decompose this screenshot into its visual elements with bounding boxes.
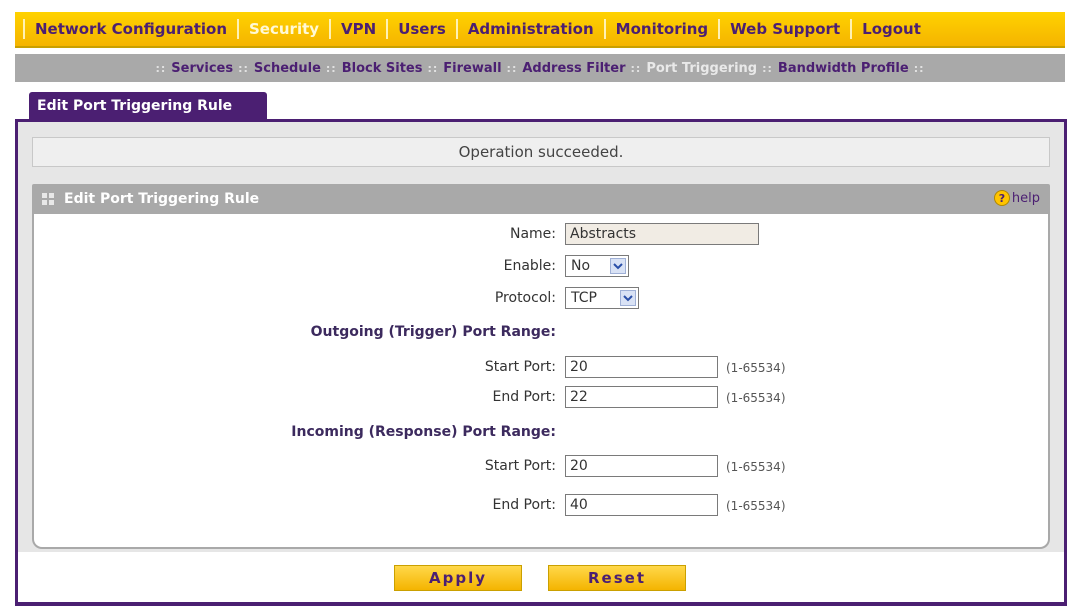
enable-select[interactable]: No (565, 255, 629, 277)
name-field[interactable] (565, 223, 759, 245)
subnav-address-filter[interactable]: Address Filter (522, 61, 625, 76)
incoming-heading: Incoming (Response) Port Range: (291, 424, 556, 440)
nav-logout[interactable]: Logout (856, 20, 927, 38)
outgoing-start-port-field[interactable] (565, 356, 718, 378)
protocol-value: TCP (571, 290, 597, 306)
content-area: Operation succeeded. Edit Port Triggerin… (18, 122, 1064, 552)
form-panel: Name: Enable: No Protocol: TCP Outgoing … (32, 214, 1050, 549)
outgoing-heading: Outgoing (Trigger) Port Range: (310, 324, 556, 340)
status-message: Operation succeeded. (32, 137, 1050, 167)
outgoing-end-label: End Port: (492, 389, 556, 405)
incoming-start-port-field[interactable] (565, 455, 718, 477)
section-header: Edit Port Triggering Rule ? help (32, 184, 1050, 214)
nav-vpn[interactable]: VPN (335, 20, 382, 38)
nav-divider (386, 19, 389, 39)
nav-monitoring[interactable]: Monitoring (610, 20, 714, 38)
section-title: Edit Port Triggering Rule (64, 191, 260, 207)
sub-nav: :: Services :: Schedule :: Block Sites :… (15, 54, 1065, 82)
outgoing-start-range: (1-65534) (726, 361, 786, 375)
nav-divider (603, 19, 606, 39)
nav-security[interactable]: Security (243, 20, 325, 38)
enable-label: Enable: (503, 258, 556, 274)
grid-icon (42, 193, 54, 205)
nav-divider (718, 19, 721, 39)
nav-divider (329, 19, 332, 39)
subnav-schedule[interactable]: Schedule (254, 61, 321, 76)
nav-administration[interactable]: Administration (462, 20, 600, 38)
name-label: Name: (509, 226, 556, 242)
help-icon: ? (993, 190, 1010, 206)
nav-divider (850, 19, 853, 39)
incoming-end-port-field[interactable] (565, 494, 718, 516)
incoming-end-range: (1-65534) (726, 499, 786, 513)
outgoing-start-label: Start Port: (484, 359, 556, 375)
nav-web-support[interactable]: Web Support (724, 20, 846, 38)
protocol-select[interactable]: TCP (565, 287, 639, 309)
tab-edit-port-triggering-rule[interactable]: Edit Port Triggering Rule (29, 92, 267, 120)
nav-divider (237, 19, 239, 39)
nav-network-configuration[interactable]: Network Configuration (29, 20, 233, 38)
enable-value: No (571, 258, 591, 274)
subnav-firewall[interactable]: Firewall (443, 61, 501, 76)
outgoing-end-port-field[interactable] (565, 386, 718, 408)
subnav-bandwidth-profile[interactable]: Bandwidth Profile (778, 61, 909, 76)
chevron-down-icon (610, 258, 626, 274)
incoming-end-label: End Port: (492, 497, 556, 513)
nav-divider (23, 19, 25, 39)
outgoing-end-range: (1-65534) (726, 391, 786, 405)
main-frame: Operation succeeded. Edit Port Triggerin… (15, 119, 1067, 606)
subnav-services[interactable]: Services (171, 61, 233, 76)
protocol-label: Protocol: (494, 290, 556, 306)
chevron-down-icon (620, 290, 636, 306)
help-label: help (1011, 190, 1040, 206)
help-link[interactable]: ? help (993, 190, 1040, 206)
apply-button[interactable]: Apply (394, 565, 522, 591)
nav-divider (455, 19, 458, 39)
incoming-start-range: (1-65534) (726, 460, 786, 474)
subnav-port-triggering[interactable]: Port Triggering (646, 61, 757, 76)
nav-users[interactable]: Users (392, 20, 452, 38)
incoming-start-label: Start Port: (484, 458, 556, 474)
top-nav: Network Configuration Security VPN Users… (15, 12, 1065, 48)
subnav-block-sites[interactable]: Block Sites (342, 61, 423, 76)
reset-button[interactable]: Reset (548, 565, 686, 591)
